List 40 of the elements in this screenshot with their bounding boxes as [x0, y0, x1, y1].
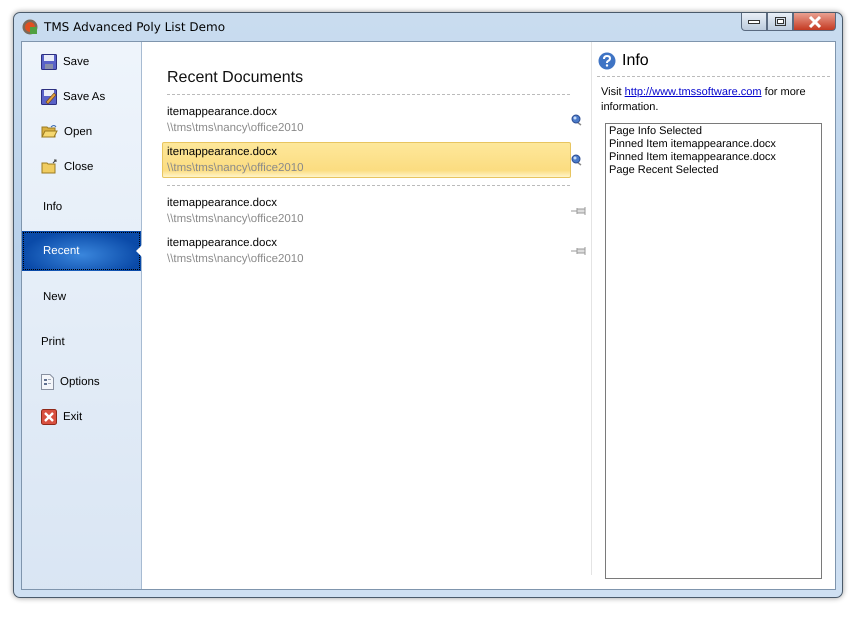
- section-heading: Recent Documents: [167, 69, 304, 87]
- recent-document[interactable]: itemappearance.docx \\tms\tms\nancy\office2010: [162, 233, 571, 269]
- maximize-icon: [774, 17, 786, 26]
- pin-icon[interactable]: [571, 246, 587, 256]
- sidebar-tab[interactable]: Print: [22, 319, 141, 364]
- sidebar-tab[interactable]: New: [22, 274, 141, 319]
- app-logo-icon: [22, 19, 38, 35]
- website-link[interactable]: http://www.tmssoftware.com: [624, 86, 762, 98]
- sidebar-tab[interactable]: Recent: [22, 231, 141, 271]
- sidebar-item[interactable]: Close: [22, 149, 141, 184]
- document-list-icon: [41, 374, 54, 390]
- sidebar-item[interactable]: Options: [22, 364, 141, 399]
- panel-title: Info: [622, 52, 649, 70]
- pushpin-icon[interactable]: [571, 154, 583, 166]
- recent-document[interactable]: itemappearance.docx \\tms\tms\nancy\office2010: [162, 142, 571, 178]
- sidebar-item[interactable]: Exit: [22, 399, 141, 434]
- pushpin-icon[interactable]: [571, 114, 583, 126]
- close-icon: [41, 408, 57, 424]
- open-folder-icon: [41, 124, 58, 139]
- floppy-pencil-icon: [41, 88, 57, 104]
- minimize-button[interactable]: [741, 13, 767, 31]
- log-line: Page Info Selected: [609, 125, 703, 138]
- close-icon: [808, 16, 822, 28]
- close-button[interactable]: [793, 13, 836, 31]
- help-icon: [598, 52, 616, 70]
- recent-document[interactable]: itemappearance.docx \\tms\tms\nancy\office2010: [162, 193, 571, 229]
- pin-icon[interactable]: [571, 206, 587, 216]
- window-title: TMS Advanced Poly List Demo: [44, 20, 226, 34]
- sidebar-tab[interactable]: Info: [22, 184, 141, 229]
- log-line: Page Recent Selected: [609, 164, 720, 177]
- maximize-button[interactable]: [767, 13, 793, 31]
- log-line: Pinned Item itemappearance.docx: [609, 138, 777, 151]
- recent-document[interactable]: itemappearance.docx \\tms\tms\nancy\office2010: [162, 102, 571, 138]
- sidebar-item[interactable]: Open: [22, 114, 141, 149]
- sidebar-item[interactable]: Save: [22, 44, 141, 79]
- minimize-icon: [748, 20, 760, 24]
- log-line: Pinned Item itemappearance.docx: [609, 151, 777, 164]
- folder-icon: [41, 159, 58, 174]
- sidebar-item[interactable]: Save As: [22, 79, 141, 114]
- info-text: Visit http://www.tmssoftware.com for more information.: [601, 85, 807, 115]
